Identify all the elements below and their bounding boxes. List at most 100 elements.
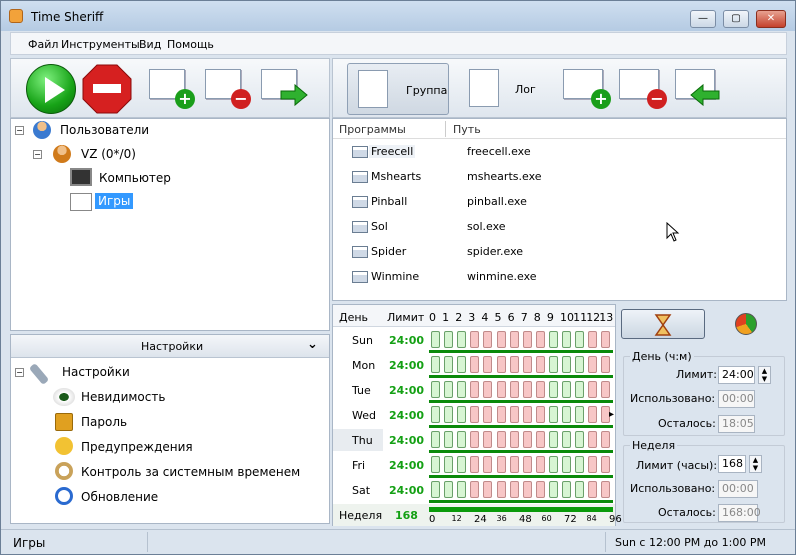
program-name[interactable]: Sol bbox=[371, 220, 388, 233]
hour-cell[interactable] bbox=[496, 331, 506, 348]
hour-cell[interactable] bbox=[562, 406, 571, 423]
hour-cell[interactable] bbox=[535, 406, 545, 423]
hour-cell[interactable] bbox=[496, 356, 506, 373]
hour-cell[interactable] bbox=[562, 456, 571, 473]
hour-cell[interactable] bbox=[470, 331, 480, 348]
minimize-button[interactable]: — bbox=[690, 10, 716, 28]
tree-users-root[interactable]: Пользователи bbox=[60, 123, 149, 137]
hour-cell[interactable] bbox=[588, 456, 598, 473]
hour-cell[interactable] bbox=[483, 406, 493, 423]
hour-cell[interactable] bbox=[548, 356, 558, 373]
collapse-icon[interactable]: − bbox=[33, 150, 42, 159]
hour-cell[interactable] bbox=[457, 431, 467, 448]
program-name[interactable]: Pinball bbox=[371, 195, 407, 208]
hour-cell[interactable] bbox=[431, 356, 440, 373]
hour-cell[interactable] bbox=[535, 431, 545, 448]
settings-time-control[interactable]: Контроль за системным временем bbox=[81, 465, 300, 479]
hour-cell[interactable] bbox=[509, 331, 519, 348]
hour-cell[interactable] bbox=[601, 431, 611, 448]
day-name[interactable]: Wed bbox=[352, 409, 376, 422]
hour-cell[interactable] bbox=[509, 431, 519, 448]
hour-cell[interactable] bbox=[483, 431, 493, 448]
hour-cell[interactable] bbox=[548, 431, 558, 448]
settings-invisibility[interactable]: Невидимость bbox=[81, 390, 165, 404]
hour-cell[interactable] bbox=[548, 406, 558, 423]
menu-tools[interactable]: Инструменты bbox=[61, 38, 140, 51]
hour-cell[interactable] bbox=[457, 406, 467, 423]
hour-cell[interactable] bbox=[548, 456, 558, 473]
import-button[interactable] bbox=[675, 63, 729, 115]
tree-games[interactable]: Игры bbox=[95, 193, 134, 209]
hour-cell[interactable] bbox=[562, 481, 571, 498]
menu-file[interactable]: Файл bbox=[28, 38, 58, 51]
day-name[interactable]: Tue bbox=[352, 384, 371, 397]
hour-cell[interactable] bbox=[496, 481, 506, 498]
hour-cell[interactable] bbox=[457, 331, 467, 348]
hour-cell[interactable] bbox=[431, 481, 440, 498]
hour-cell[interactable] bbox=[431, 331, 440, 348]
hour-cell[interactable] bbox=[588, 331, 598, 348]
hour-cell[interactable] bbox=[601, 481, 611, 498]
hour-cell[interactable] bbox=[509, 356, 519, 373]
hour-cell[interactable] bbox=[431, 406, 440, 423]
hour-cell[interactable] bbox=[588, 481, 598, 498]
hour-cell[interactable] bbox=[562, 431, 571, 448]
hour-cell[interactable] bbox=[601, 331, 611, 348]
log-button[interactable]: Лог bbox=[463, 63, 553, 115]
hour-cell[interactable] bbox=[575, 356, 585, 373]
remove-user-button[interactable]: − bbox=[205, 63, 259, 115]
hour-cell[interactable] bbox=[496, 406, 506, 423]
hour-cell[interactable] bbox=[535, 381, 545, 398]
hour-cell[interactable] bbox=[601, 456, 611, 473]
hour-cell[interactable] bbox=[431, 456, 440, 473]
hour-cell[interactable] bbox=[470, 406, 480, 423]
hour-cell[interactable] bbox=[470, 381, 480, 398]
hour-cell[interactable] bbox=[548, 481, 558, 498]
hour-cell[interactable] bbox=[457, 481, 467, 498]
hour-cell[interactable] bbox=[601, 381, 611, 398]
col-path[interactable]: Путь bbox=[453, 123, 481, 139]
export-button[interactable] bbox=[261, 63, 315, 115]
hour-cell[interactable] bbox=[535, 456, 545, 473]
hour-cell[interactable] bbox=[575, 331, 585, 348]
settings-warnings[interactable]: Предупреждения bbox=[81, 440, 193, 454]
hour-cell[interactable] bbox=[444, 356, 454, 373]
day-name[interactable]: Fri bbox=[352, 459, 365, 472]
hour-cell[interactable] bbox=[457, 356, 467, 373]
hour-cell[interactable] bbox=[483, 356, 493, 373]
hour-cell[interactable] bbox=[509, 406, 519, 423]
tree-computer[interactable]: Компьютер bbox=[99, 171, 171, 185]
program-name[interactable]: Spider bbox=[371, 245, 406, 258]
day-name[interactable]: Sat bbox=[352, 484, 370, 497]
settings-root[interactable]: Настройки bbox=[62, 365, 130, 379]
hour-cell[interactable] bbox=[509, 481, 519, 498]
hour-cell[interactable] bbox=[575, 381, 585, 398]
hour-cell[interactable] bbox=[522, 331, 532, 348]
day-name[interactable]: Sun bbox=[352, 334, 373, 347]
hour-cell[interactable] bbox=[444, 331, 454, 348]
maximize-button[interactable]: ▢ bbox=[723, 10, 749, 28]
hour-cell[interactable] bbox=[444, 431, 454, 448]
hour-cell[interactable] bbox=[444, 406, 454, 423]
hour-cell[interactable] bbox=[496, 381, 506, 398]
hour-cell[interactable] bbox=[457, 456, 467, 473]
hour-cell[interactable] bbox=[522, 356, 532, 373]
hour-cell[interactable] bbox=[522, 456, 532, 473]
hour-cell[interactable] bbox=[562, 356, 571, 373]
hour-cell[interactable] bbox=[496, 431, 506, 448]
week-limit-spinner[interactable]: ▲ ▼ bbox=[749, 455, 762, 473]
hour-cell[interactable] bbox=[601, 356, 611, 373]
hour-cell[interactable] bbox=[457, 381, 467, 398]
hour-cell[interactable] bbox=[431, 431, 440, 448]
program-name[interactable]: Freecell bbox=[369, 145, 416, 158]
hour-cell[interactable] bbox=[444, 381, 454, 398]
hour-cell[interactable] bbox=[509, 456, 519, 473]
hour-cell[interactable] bbox=[562, 381, 571, 398]
hour-cell[interactable] bbox=[535, 356, 545, 373]
close-button[interactable]: ✕ bbox=[756, 10, 786, 28]
start-button[interactable] bbox=[25, 63, 79, 115]
hour-cell[interactable] bbox=[522, 381, 532, 398]
hour-cell[interactable] bbox=[509, 381, 519, 398]
group-button[interactable]: Группа bbox=[347, 63, 449, 115]
settings-update[interactable]: Обновление bbox=[81, 490, 158, 504]
